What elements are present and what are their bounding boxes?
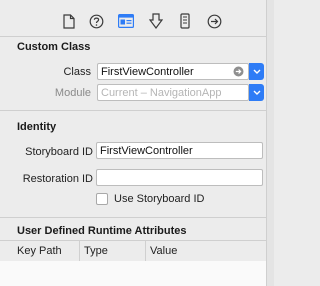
goto-class-arrow-icon[interactable]	[233, 66, 244, 77]
class-field[interactable]: FirstViewController	[97, 63, 249, 80]
file-inspector-icon[interactable]	[60, 12, 78, 30]
chevron-down-icon	[253, 90, 260, 95]
runtime-attributes-table-header: Key Path Type Value	[0, 241, 266, 261]
runtime-attributes-title: User Defined Runtime Attributes	[17, 225, 187, 237]
chevron-down-icon	[253, 69, 260, 74]
module-field[interactable]: Current – NavigationApp	[97, 84, 249, 101]
class-dropdown-button[interactable]	[249, 63, 264, 80]
size-inspector-icon[interactable]	[176, 12, 194, 30]
use-storyboard-id-label: Use Storyboard ID	[114, 193, 205, 205]
identity-inspector-panel: Custom Class Class FirstViewController M…	[0, 0, 274, 286]
identity-title: Identity	[17, 121, 57, 133]
connections-inspector-icon[interactable]	[205, 12, 223, 30]
restoration-id-field[interactable]	[96, 169, 263, 186]
section-divider	[0, 217, 266, 218]
column-divider	[79, 241, 80, 261]
restoration-id-label: Restoration ID	[22, 173, 93, 185]
inspector-toolbar	[0, 0, 266, 36]
attributes-inspector-icon[interactable]	[147, 12, 165, 30]
storyboard-id-field[interactable]: FirstViewController	[96, 142, 263, 159]
class-label: Class	[63, 66, 91, 78]
storyboard-id-label: Storyboard ID	[25, 146, 93, 158]
quick-help-icon[interactable]	[87, 12, 105, 30]
column-type[interactable]: Type	[84, 245, 108, 257]
column-key-path[interactable]: Key Path	[17, 245, 62, 257]
column-divider	[145, 241, 146, 261]
panel-right-edge	[266, 0, 274, 286]
module-dropdown-button[interactable]	[249, 84, 264, 101]
identity-inspector-icon[interactable]	[117, 12, 135, 30]
runtime-attributes-table-body[interactable]	[0, 261, 266, 286]
column-value[interactable]: Value	[150, 245, 177, 257]
toolbar-divider	[0, 36, 266, 37]
use-storyboard-id-checkbox[interactable]	[96, 193, 108, 205]
module-label: Module	[54, 87, 91, 99]
custom-class-title: Custom Class	[17, 41, 91, 53]
section-divider	[0, 110, 266, 111]
